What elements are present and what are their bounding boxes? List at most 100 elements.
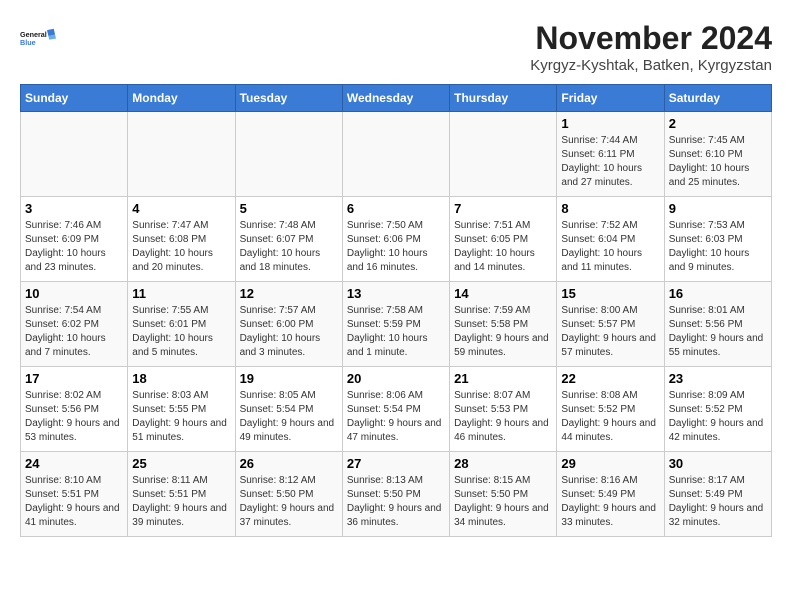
calendar-cell: 23Sunrise: 8:09 AM Sunset: 5:52 PM Dayli… (664, 367, 771, 452)
day-number: 25 (132, 456, 230, 471)
day-number: 9 (669, 201, 767, 216)
calendar-cell: 7 Sunrise: 7:51 AM Sunset: 6:05 PM Daylig… (450, 197, 557, 282)
day-number: 21 (454, 371, 552, 386)
day-number: 29 (561, 456, 659, 471)
calendar-cell: 15 Sunrise: 8:00 AM Sunset: 5:57 PM Dayli… (557, 282, 664, 367)
day-info: Sunrise: 7:50 AM Sunset: 6:06 PM Dayligh… (347, 219, 445, 275)
weekday-header: Friday (557, 85, 664, 112)
calendar-cell: 3Sunrise: 7:46 AM Sunset: 6:09 PM Daylig… (21, 197, 128, 282)
day-info: Sunrise: 8:15 AM Sunset: 5:50 PM Dayligh… (454, 474, 552, 530)
logo-icon: GeneralBlue (20, 20, 56, 56)
day-number: 24 (25, 456, 123, 471)
weekday-row: SundayMondayTuesdayWednesdayThursdayFrid… (21, 85, 772, 112)
day-number: 6 (347, 201, 445, 216)
calendar-week-row: 1Sunrise: 7:44 AM Sunset: 6:11 PM Daylig… (21, 112, 772, 197)
day-info: Sunrise: 8:17 AM Sunset: 5:49 PM Dayligh… (669, 474, 767, 530)
day-number: 1 (561, 116, 659, 131)
calendar-cell: 8 Sunrise: 7:52 AM Sunset: 6:04 PM Daylig… (557, 197, 664, 282)
day-info: Sunrise: 7:59 AM Sunset: 5:58 PM Dayligh… (454, 304, 552, 360)
title-area: November 2024 Kyrgyz-Kyshtak, Batken, Ky… (530, 20, 772, 74)
calendar-cell: 25 Sunrise: 8:11 AM Sunset: 5:51 PM Dayli… (128, 452, 235, 537)
calendar-cell (450, 112, 557, 197)
day-info: Sunrise: 8:12 AM Sunset: 5:50 PM Dayligh… (240, 474, 338, 530)
day-info: Sunrise: 7:58 AM Sunset: 5:59 PM Dayligh… (347, 304, 445, 360)
calendar-table: SundayMondayTuesdayWednesdayThursdayFrid… (20, 84, 772, 537)
day-info: Sunrise: 7:48 AM Sunset: 6:07 PM Dayligh… (240, 219, 338, 275)
weekday-header: Thursday (450, 85, 557, 112)
calendar-week-row: 10 Sunrise: 7:54 AM Sunset: 6:02 PM Dayli… (21, 282, 772, 367)
logo: GeneralBlue (20, 20, 56, 56)
weekday-header: Sunday (21, 85, 128, 112)
calendar-header: SundayMondayTuesdayWednesdayThursdayFrid… (21, 85, 772, 112)
weekday-header: Tuesday (235, 85, 342, 112)
day-number: 20 (347, 371, 445, 386)
day-info: Sunrise: 7:55 AM Sunset: 6:01 PM Dayligh… (132, 304, 230, 360)
day-info: Sunrise: 8:09 AM Sunset: 5:52 PM Dayligh… (669, 389, 767, 445)
calendar-cell: 30Sunrise: 8:17 AM Sunset: 5:49 PM Dayli… (664, 452, 771, 537)
day-number: 16 (669, 286, 767, 301)
svg-text:General: General (20, 30, 47, 39)
calendar-cell: 24 Sunrise: 8:10 AM Sunset: 5:51 PM Dayli… (21, 452, 128, 537)
day-info: Sunrise: 7:52 AM Sunset: 6:04 PM Dayligh… (561, 219, 659, 275)
calendar-cell: 17 Sunrise: 8:02 AM Sunset: 5:56 PM Dayli… (21, 367, 128, 452)
calendar-cell: 13 Sunrise: 7:58 AM Sunset: 5:59 PM Dayli… (342, 282, 449, 367)
calendar-cell: 20Sunrise: 8:06 AM Sunset: 5:54 PM Dayli… (342, 367, 449, 452)
day-info: Sunrise: 7:54 AM Sunset: 6:02 PM Dayligh… (25, 304, 123, 360)
calendar-cell (21, 112, 128, 197)
day-number: 18 (132, 371, 230, 386)
calendar-cell (342, 112, 449, 197)
day-info: Sunrise: 7:53 AM Sunset: 6:03 PM Dayligh… (669, 219, 767, 275)
day-info: Sunrise: 7:51 AM Sunset: 6:05 PM Dayligh… (454, 219, 552, 275)
day-info: Sunrise: 7:45 AM Sunset: 6:10 PM Dayligh… (669, 134, 767, 190)
month-title: November 2024 (530, 20, 772, 57)
day-number: 13 (347, 286, 445, 301)
day-number: 17 (25, 371, 123, 386)
day-info: Sunrise: 8:08 AM Sunset: 5:52 PM Dayligh… (561, 389, 659, 445)
day-number: 10 (25, 286, 123, 301)
calendar-cell: 27 Sunrise: 8:13 AM Sunset: 5:50 PM Dayli… (342, 452, 449, 537)
calendar-cell: 29Sunrise: 8:16 AM Sunset: 5:49 PM Dayli… (557, 452, 664, 537)
day-number: 22 (561, 371, 659, 386)
calendar-week-row: 3Sunrise: 7:46 AM Sunset: 6:09 PM Daylig… (21, 197, 772, 282)
day-info: Sunrise: 8:02 AM Sunset: 5:56 PM Dayligh… (25, 389, 123, 445)
calendar-cell: 10 Sunrise: 7:54 AM Sunset: 6:02 PM Dayli… (21, 282, 128, 367)
calendar-cell (235, 112, 342, 197)
day-number: 19 (240, 371, 338, 386)
day-number: 5 (240, 201, 338, 216)
day-info: Sunrise: 7:57 AM Sunset: 6:00 PM Dayligh… (240, 304, 338, 360)
day-number: 11 (132, 286, 230, 301)
calendar-cell: 18 Sunrise: 8:03 AM Sunset: 5:55 PM Dayli… (128, 367, 235, 452)
calendar-cell: 4 Sunrise: 7:47 AM Sunset: 6:08 PM Daylig… (128, 197, 235, 282)
day-number: 15 (561, 286, 659, 301)
calendar-cell: 26 Sunrise: 8:12 AM Sunset: 5:50 PM Dayli… (235, 452, 342, 537)
calendar-cell: 21Sunrise: 8:07 AM Sunset: 5:53 PM Dayli… (450, 367, 557, 452)
day-number: 7 (454, 201, 552, 216)
calendar-cell: 2 Sunrise: 7:45 AM Sunset: 6:10 PM Daylig… (664, 112, 771, 197)
weekday-header: Monday (128, 85, 235, 112)
calendar-cell: 14Sunrise: 7:59 AM Sunset: 5:58 PM Dayli… (450, 282, 557, 367)
day-number: 28 (454, 456, 552, 471)
calendar-cell: 16Sunrise: 8:01 AM Sunset: 5:56 PM Dayli… (664, 282, 771, 367)
day-number: 26 (240, 456, 338, 471)
day-number: 4 (132, 201, 230, 216)
calendar-cell: 12Sunrise: 7:57 AM Sunset: 6:00 PM Dayli… (235, 282, 342, 367)
day-info: Sunrise: 8:13 AM Sunset: 5:50 PM Dayligh… (347, 474, 445, 530)
day-info: Sunrise: 8:10 AM Sunset: 5:51 PM Dayligh… (25, 474, 123, 530)
day-info: Sunrise: 7:47 AM Sunset: 6:08 PM Dayligh… (132, 219, 230, 275)
calendar-cell: 6 Sunrise: 7:50 AM Sunset: 6:06 PM Daylig… (342, 197, 449, 282)
day-info: Sunrise: 8:11 AM Sunset: 5:51 PM Dayligh… (132, 474, 230, 530)
calendar-cell: 9 Sunrise: 7:53 AM Sunset: 6:03 PM Daylig… (664, 197, 771, 282)
day-number: 27 (347, 456, 445, 471)
day-info: Sunrise: 8:00 AM Sunset: 5:57 PM Dayligh… (561, 304, 659, 360)
location: Kyrgyz-Kyshtak, Batken, Kyrgyzstan (530, 57, 772, 74)
header: GeneralBlue November 2024 Kyrgyz-Kyshtak… (20, 20, 772, 74)
day-info: Sunrise: 8:03 AM Sunset: 5:55 PM Dayligh… (132, 389, 230, 445)
calendar-cell: 19Sunrise: 8:05 AM Sunset: 5:54 PM Dayli… (235, 367, 342, 452)
calendar-cell: 28 Sunrise: 8:15 AM Sunset: 5:50 PM Dayli… (450, 452, 557, 537)
day-number: 2 (669, 116, 767, 131)
day-number: 8 (561, 201, 659, 216)
calendar-cell: 22 Sunrise: 8:08 AM Sunset: 5:52 PM Dayli… (557, 367, 664, 452)
svg-text:Blue: Blue (20, 38, 36, 47)
calendar-body: 1Sunrise: 7:44 AM Sunset: 6:11 PM Daylig… (21, 112, 772, 537)
calendar-week-row: 17 Sunrise: 8:02 AM Sunset: 5:56 PM Dayli… (21, 367, 772, 452)
